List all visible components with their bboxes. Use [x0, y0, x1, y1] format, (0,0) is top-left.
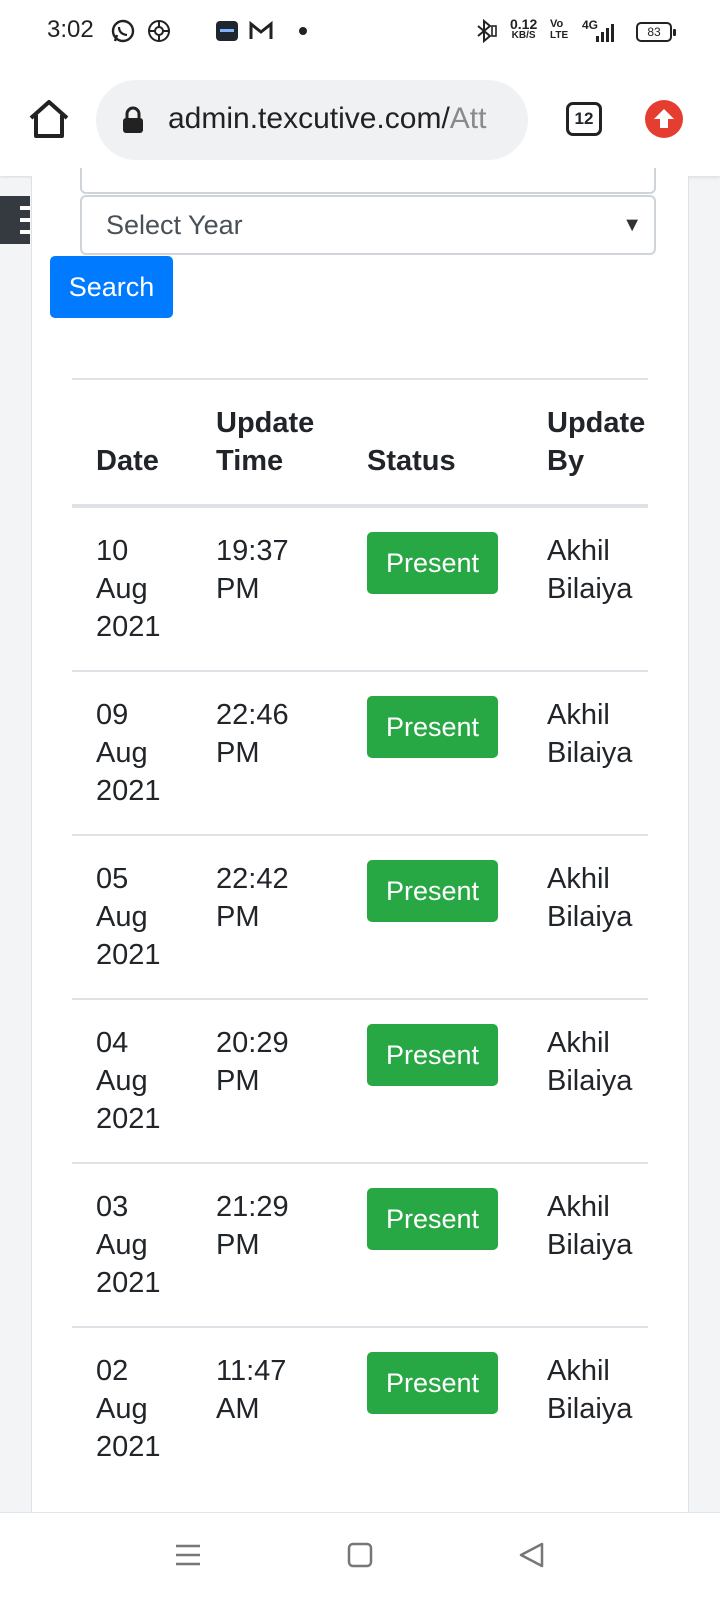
updated-by-cell: Akhil Bilaiya	[547, 863, 633, 933]
time-cell: 19:37 PM	[216, 535, 289, 605]
column-header-date: Date	[96, 445, 159, 477]
status-badge: Present	[367, 532, 498, 594]
back-triangle-icon[interactable]	[518, 1541, 546, 1569]
lock-icon	[123, 106, 143, 133]
column-header-update-time: Update Time	[216, 407, 315, 477]
time-cell: 22:42 PM	[216, 863, 289, 933]
date-cell: 03 Aug 2021	[96, 1191, 161, 1299]
browser-update-button[interactable]	[645, 100, 683, 138]
month-select-field[interactable]	[80, 168, 656, 194]
status-bar: 3:02 0.12 KB/S Vo LTE 4G 83	[0, 0, 720, 64]
bluetooth-icon	[477, 18, 497, 44]
search-button[interactable]: Search	[50, 256, 173, 318]
year-select-value: Select Year	[106, 210, 243, 240]
updated-by-cell: Akhil Bilaiya	[547, 535, 633, 605]
volte-indicator: Vo LTE	[550, 18, 569, 42]
gmail-icon	[249, 20, 273, 39]
browser-toolbar: admin.texcutive.com/Att 12	[0, 64, 720, 176]
date-cell: 10 Aug 2021	[96, 535, 161, 643]
column-header-status: Status	[367, 445, 456, 477]
date-cell: 09 Aug 2021	[96, 699, 161, 807]
dropdown-caret-icon: ▼	[622, 214, 642, 236]
date-cell: 02 Aug 2021	[96, 1355, 161, 1463]
date-cell: 04 Aug 2021	[96, 1027, 161, 1135]
time-cell: 20:29 PM	[216, 1027, 289, 1097]
row-divider	[72, 1162, 648, 1164]
status-badge: Present	[367, 860, 498, 922]
time-cell: 21:29 PM	[216, 1191, 289, 1261]
whatsapp-icon	[111, 19, 135, 43]
row-divider	[72, 670, 648, 672]
signal-strength-icon	[596, 24, 614, 42]
attendance-card	[31, 176, 689, 1512]
updated-by-cell: Akhil Bilaiya	[547, 1355, 633, 1425]
clock: 3:02	[47, 16, 94, 43]
column-header-update-by: Update By	[547, 407, 646, 477]
home-square-icon[interactable]	[346, 1541, 374, 1569]
recent-apps-menu-icon[interactable]	[174, 1541, 202, 1569]
updated-by-cell: Akhil Bilaiya	[547, 1191, 633, 1261]
status-badge: Present	[367, 1024, 498, 1086]
url-text: admin.texcutive.com/Att	[168, 102, 487, 135]
app-notification-icon	[148, 20, 170, 42]
home-icon[interactable]	[26, 96, 72, 142]
system-navigation-bar	[0, 1512, 720, 1600]
status-badge: Present	[367, 1188, 498, 1250]
status-badge: Present	[367, 696, 498, 758]
updated-by-cell: Akhil Bilaiya	[547, 1027, 633, 1097]
table-header-border	[72, 504, 648, 508]
time-cell: 11:47 AM	[216, 1355, 287, 1425]
sidebar-toggle-button[interactable]	[0, 196, 30, 244]
status-badge: Present	[367, 1352, 498, 1414]
address-bar[interactable]: admin.texcutive.com/Att	[96, 80, 528, 160]
tab-switcher-button[interactable]: 12	[566, 102, 602, 136]
more-notifications-dot-icon	[299, 27, 307, 35]
row-divider	[72, 998, 648, 1000]
table-top-border	[72, 378, 648, 380]
row-divider	[72, 834, 648, 836]
updated-by-cell: Akhil Bilaiya	[547, 699, 633, 769]
page-background	[0, 178, 30, 1512]
network-speed: 0.12 KB/S	[510, 16, 538, 41]
battery-icon: 83	[636, 22, 676, 42]
date-cell: 05 Aug 2021	[96, 863, 161, 971]
app-thumbnail-icon	[216, 21, 238, 41]
year-select[interactable]: Select Year ▼	[80, 195, 656, 255]
time-cell: 22:46 PM	[216, 699, 289, 769]
row-divider	[72, 1326, 648, 1328]
arrow-up-icon	[654, 109, 674, 128]
